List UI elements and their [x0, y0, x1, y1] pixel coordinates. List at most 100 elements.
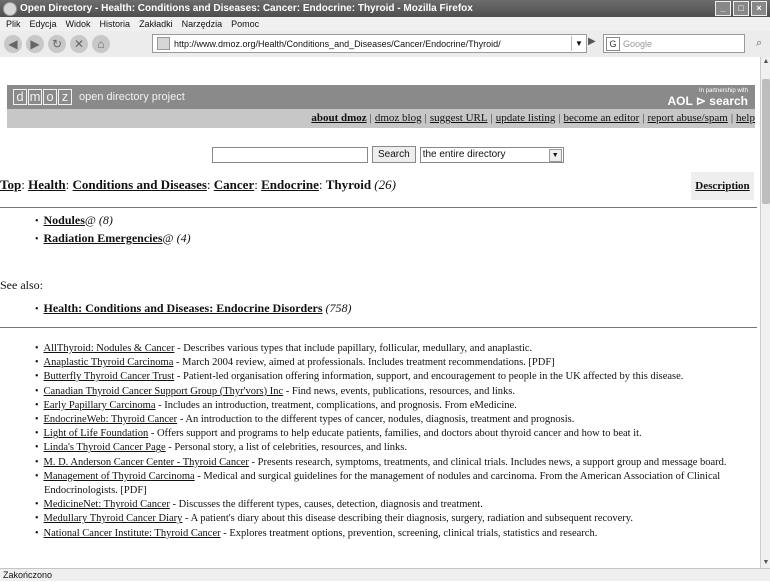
- list-item: Linda's Thyroid Cancer Page - Personal s…: [35, 441, 755, 455]
- list-item: Nodules@ (8): [35, 212, 191, 230]
- subcategory-list: Nodules@ (8) Radiation Emergencies@ (4): [35, 212, 191, 248]
- vertical-scrollbar[interactable]: ▲ ▼: [760, 57, 770, 568]
- see-also-list: Health: Conditions and Diseases: Endocri…: [35, 300, 352, 318]
- logo-text: open directory project: [79, 91, 185, 103]
- partner-brand: AOL ⊳ search: [667, 93, 748, 108]
- site-link[interactable]: AllThyroid: Nodules & Cancer: [44, 343, 175, 354]
- divider: [0, 207, 757, 208]
- partner-badge[interactable]: In partnership with AOL ⊳ search: [667, 88, 748, 107]
- site-link[interactable]: Management of Thyroid Carcinoma: [44, 471, 195, 482]
- list-item: Management of Thyroid Carcinoma - Medica…: [35, 470, 755, 498]
- menu-item[interactable]: Narzędzia: [182, 19, 223, 29]
- breadcrumb-cancer[interactable]: Cancer: [214, 177, 254, 192]
- window-titlebar: Open Directory - Health: Conditions and …: [0, 0, 770, 17]
- reload-icon[interactable]: ↻: [48, 35, 66, 53]
- site-link[interactable]: National Cancer Institute: Thyroid Cance…: [44, 528, 221, 539]
- search-scope-value: the entire directory: [422, 148, 506, 160]
- chevron-down-icon[interactable]: ▼: [548, 148, 562, 162]
- search-scope-select[interactable]: the entire directory ▼: [419, 146, 564, 163]
- link-dmoz-blog[interactable]: dmoz blog: [375, 112, 422, 124]
- item-count: (4): [176, 231, 191, 245]
- list-item: Early Papillary Carcinoma - Includes an …: [35, 399, 755, 413]
- breadcrumb-conditions[interactable]: Conditions and Diseases: [73, 177, 207, 192]
- breadcrumb-endocrine[interactable]: Endocrine: [261, 177, 319, 192]
- search-icon[interactable]: ⌕: [756, 37, 762, 50]
- site-link[interactable]: Canadian Thyroid Cancer Support Group (T…: [44, 386, 284, 397]
- breadcrumb-top[interactable]: Top: [0, 177, 21, 192]
- link-help[interactable]: help: [736, 112, 755, 124]
- site-list: AllThyroid: Nodules & Cancer - Describes…: [35, 342, 755, 541]
- list-item: Radiation Emergencies@ (4): [35, 230, 191, 248]
- site-link[interactable]: MedicineNet: Thyroid Cancer: [44, 499, 170, 510]
- header-links: about dmoz | dmoz blog | suggest URL | update …: [7, 109, 755, 128]
- favicon-icon: [157, 37, 170, 50]
- stop-icon[interactable]: ✕: [70, 35, 88, 53]
- scroll-down-icon[interactable]: ▼: [761, 558, 770, 568]
- subcategory-link[interactable]: Nodules: [44, 213, 85, 227]
- breadcrumb-count: (26): [374, 177, 396, 192]
- site-link[interactable]: Medullary Thyroid Cancer Diary: [44, 513, 183, 524]
- site-description: - Offers support and programs to help ed…: [148, 428, 642, 440]
- menu-item[interactable]: Zakładki: [139, 19, 173, 29]
- menu-item[interactable]: Edycja: [30, 19, 57, 29]
- link-update-listing[interactable]: update listing: [496, 112, 556, 124]
- site-description: - Personal story, a list of celebrities,…: [165, 442, 407, 454]
- item-count: (8): [98, 213, 113, 227]
- site-description: - Find news, events, publications, resou…: [283, 385, 515, 397]
- scroll-up-icon[interactable]: ▲: [761, 57, 770, 67]
- link-report-abuse[interactable]: report abuse/spam: [648, 112, 728, 124]
- search-engine-icon[interactable]: G: [606, 36, 620, 51]
- directory-search: Search the entire directory ▼: [212, 146, 564, 163]
- dmoz-logo[interactable]: d m o z: [13, 89, 73, 105]
- site-description: - Includes an introduction, treatment, c…: [155, 399, 517, 411]
- menu-item[interactable]: Plik: [6, 19, 21, 29]
- menu-item[interactable]: Historia: [100, 19, 131, 29]
- url-bar[interactable]: http://www.dmoz.org/Health/Conditions_an…: [152, 34, 587, 53]
- site-link[interactable]: Anaplastic Thyroid Carcinoma: [44, 357, 174, 368]
- minimize-icon[interactable]: _: [715, 1, 731, 16]
- list-item: Anaplastic Thyroid Carcinoma - March 200…: [35, 356, 755, 370]
- site-link[interactable]: M. D. Anderson Cancer Center - Thyroid C…: [44, 457, 249, 468]
- link-become-editor[interactable]: become an editor: [564, 112, 640, 124]
- dmoz-header: d m o z open directory project In partne…: [7, 85, 755, 109]
- site-description: - Patient-led organisation offering info…: [174, 371, 684, 383]
- list-item: National Cancer Institute: Thyroid Cance…: [35, 527, 755, 541]
- forward-icon[interactable]: ▶: [26, 35, 44, 53]
- page-content: d m o z open directory project In partne…: [0, 57, 760, 568]
- url-text[interactable]: http://www.dmoz.org/Health/Conditions_an…: [174, 39, 501, 49]
- search-placeholder[interactable]: Google: [623, 39, 652, 49]
- scrollbar-thumb[interactable]: [762, 79, 770, 204]
- close-icon[interactable]: ×: [751, 1, 767, 16]
- navigation-toolbar: ◀ ▶ ↻ ✕ ⌂ http://www.dmoz.org/Health/Con…: [0, 31, 770, 58]
- site-link[interactable]: Linda's Thyroid Cancer Page: [44, 442, 166, 453]
- back-icon[interactable]: ◀: [4, 35, 22, 53]
- breadcrumb-health[interactable]: Health: [28, 177, 66, 192]
- status-text: Zakończono: [3, 570, 53, 580]
- subcategory-link[interactable]: Radiation Emergencies: [44, 231, 163, 245]
- site-link[interactable]: Early Papillary Carcinoma: [44, 400, 156, 411]
- go-icon[interactable]: ▶: [588, 36, 596, 47]
- menu-item[interactable]: Widok: [66, 19, 91, 29]
- web-search-box[interactable]: G Google: [603, 34, 745, 53]
- description-link[interactable]: Description: [695, 180, 749, 192]
- site-link[interactable]: Light of Life Foundation: [44, 428, 149, 439]
- logo-letter: o: [43, 89, 57, 105]
- window-title: Open Directory - Health: Conditions and …: [20, 3, 473, 14]
- maximize-icon[interactable]: □: [733, 1, 749, 16]
- home-icon[interactable]: ⌂: [92, 35, 110, 53]
- site-description: - March 2004 review, aimed at profession…: [173, 357, 555, 369]
- see-also-label: See also:: [0, 278, 43, 292]
- logo-letter: m: [28, 89, 42, 105]
- url-dropdown-icon[interactable]: ▼: [571, 36, 586, 51]
- menu-item[interactable]: Pomoc: [231, 19, 259, 29]
- see-also-link[interactable]: Health: Conditions and Diseases: Endocri…: [44, 301, 323, 315]
- site-link[interactable]: Butterfly Thyroid Cancer Trust: [44, 371, 175, 382]
- list-item: Light of Life Foundation - Offers suppor…: [35, 427, 755, 441]
- symlink-marker: @: [84, 213, 96, 227]
- link-suggest-url[interactable]: suggest URL: [430, 112, 488, 124]
- site-link[interactable]: EndocrineWeb: Thyroid Cancer: [44, 414, 178, 425]
- search-button[interactable]: Search: [372, 146, 416, 163]
- link-about-dmoz[interactable]: about dmoz: [311, 112, 366, 124]
- list-item: AllThyroid: Nodules & Cancer - Describes…: [35, 342, 755, 356]
- directory-search-input[interactable]: [212, 146, 368, 163]
